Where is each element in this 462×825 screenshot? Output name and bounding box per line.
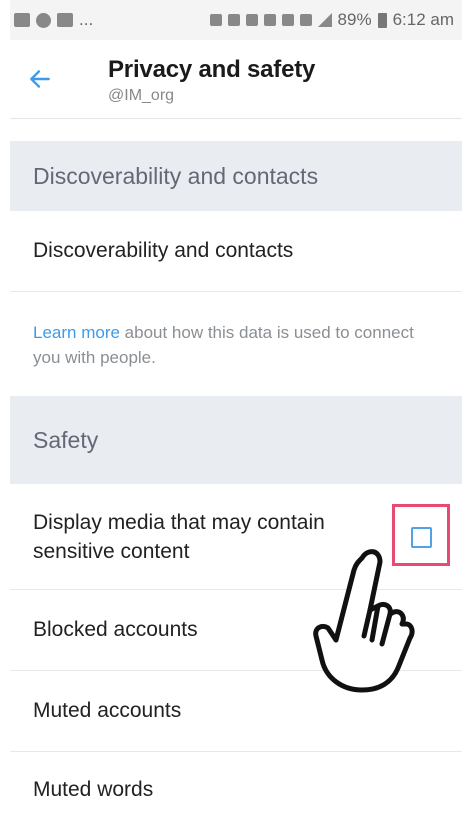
learn-more-link[interactable]: Learn more xyxy=(33,323,120,342)
header-titles: Privacy and safety @IM_org xyxy=(70,40,315,105)
display-media-checkbox[interactable] xyxy=(411,527,432,548)
page-title: Privacy and safety xyxy=(108,56,316,83)
blocked-accounts-row[interactable]: Blocked accounts xyxy=(10,590,462,671)
section-header-discoverability: Discoverability and contacts xyxy=(10,141,462,211)
status-more: ... xyxy=(79,10,94,29)
mute-icon xyxy=(245,14,258,26)
mail-icon xyxy=(57,13,73,27)
wifi-icon xyxy=(299,14,312,26)
muted-words-row[interactable]: Muted words xyxy=(10,752,462,825)
battery-percent: 89% xyxy=(337,10,372,29)
app-header: Privacy and safety @IM_org xyxy=(10,40,462,119)
discoverability-info: Learn more about how this data is used t… xyxy=(10,292,462,396)
status-right: 89% 6:12 am xyxy=(209,10,454,30)
app-frame: ... 89% 6:12 am Privacy and safety @IM_o… xyxy=(10,0,462,825)
account-handle: @IM_org xyxy=(108,87,175,104)
display-media-row[interactable]: Display media that may contain sensitive… xyxy=(10,484,462,590)
bluetooth-icon xyxy=(227,14,240,26)
battery-icon xyxy=(377,12,387,28)
muted-accounts-row[interactable]: Muted accounts xyxy=(10,671,462,752)
lte-icon xyxy=(281,14,294,26)
display-media-label: Display media that may contain sensitive… xyxy=(33,510,325,563)
gallery-icon xyxy=(14,13,30,27)
back-arrow-icon xyxy=(30,70,50,88)
signal-icon xyxy=(317,13,332,27)
alarm-icon xyxy=(209,14,222,26)
whatsapp-icon xyxy=(36,12,51,28)
status-bar: ... 89% 6:12 am xyxy=(10,0,462,40)
section-header-safety: Safety xyxy=(10,396,462,484)
nfc-icon xyxy=(263,14,276,26)
clock: 6:12 am xyxy=(392,10,454,29)
back-button[interactable] xyxy=(10,40,70,118)
status-left: ... xyxy=(14,10,93,30)
discoverability-row[interactable]: Discoverability and contacts xyxy=(10,211,462,292)
